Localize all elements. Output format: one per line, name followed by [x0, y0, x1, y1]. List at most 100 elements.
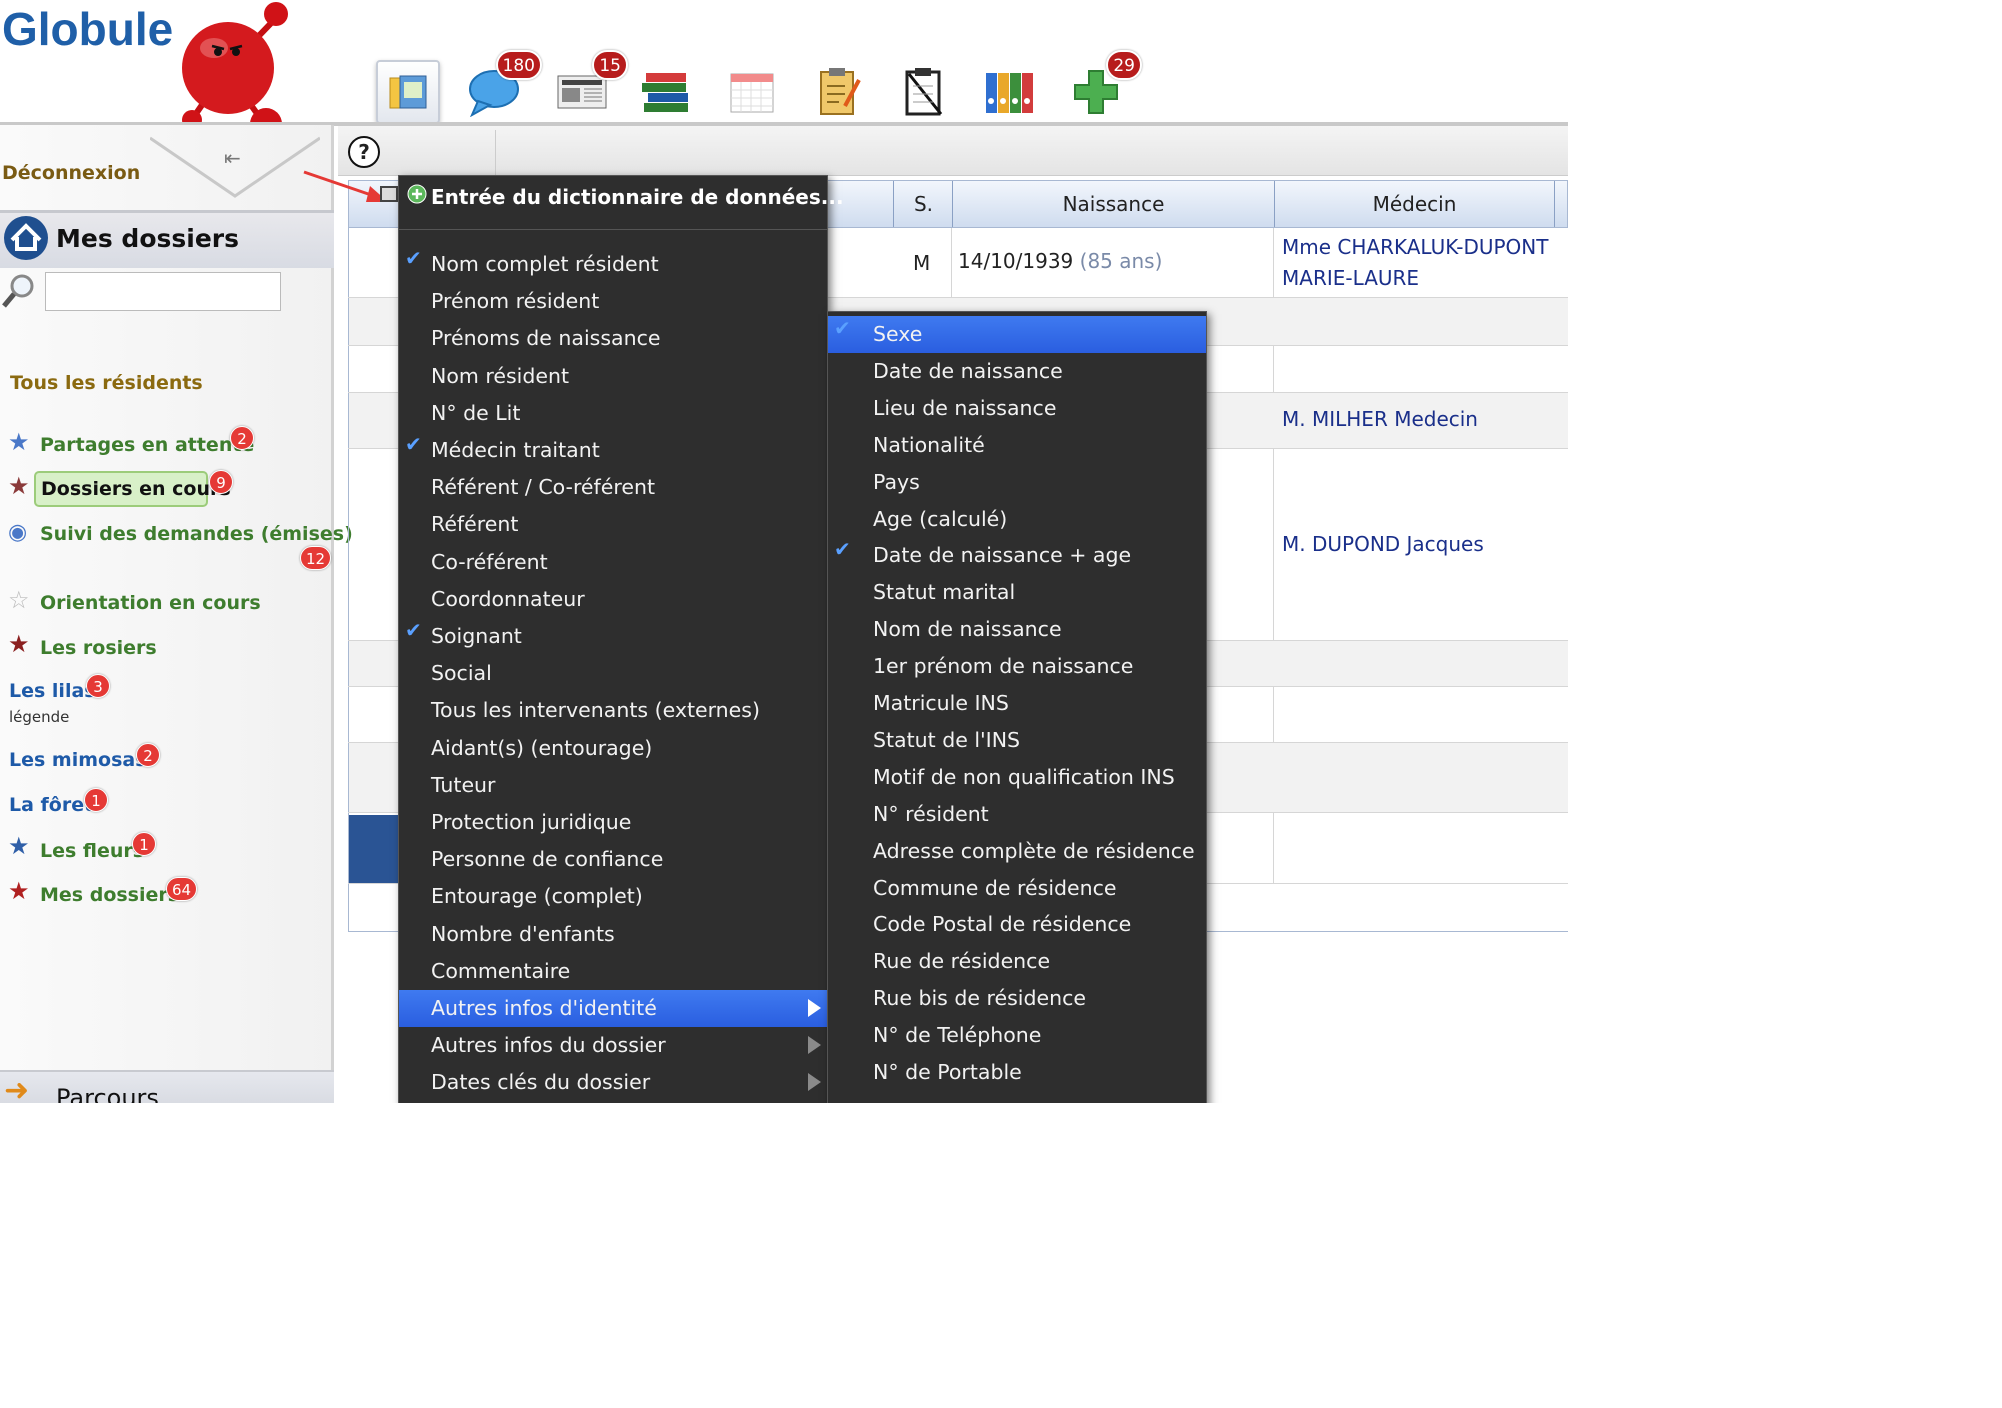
- sidebar-item-lilas[interactable]: Les lilas: [9, 680, 96, 702]
- sidebar-item-orientation[interactable]: Orientation en cours: [40, 592, 261, 614]
- menu-item-label: Autres infos du dossier: [431, 1033, 666, 1058]
- menu-item[interactable]: Pays: [828, 464, 1206, 501]
- logout-link[interactable]: Déconnexion: [2, 162, 140, 184]
- row1-sex: M: [913, 251, 931, 275]
- row4-doctor[interactable]: M. MILHER Medecin: [1282, 407, 1478, 431]
- parcours-panel-header[interactable]: [0, 1070, 334, 1103]
- column-header-doctor[interactable]: Médecin: [1274, 181, 1554, 227]
- row1-doctor-line1[interactable]: Mme CHARKALUK-DUPONT: [1282, 235, 1548, 259]
- menu-item-label: Statut marital: [873, 580, 1016, 605]
- row1-doctor-line2[interactable]: MARIE-LAURE: [1282, 266, 1419, 290]
- search-input[interactable]: [45, 272, 281, 311]
- checklist-tool-button[interactable]: [892, 60, 956, 124]
- folder-tool-button[interactable]: [376, 60, 440, 124]
- row-selection-marker: [349, 815, 399, 883]
- menu-item[interactable]: Code Postal de résidence: [828, 906, 1206, 943]
- menu-item[interactable]: Tous les intervenants (externes): [399, 692, 827, 729]
- sidebar-item-mes-dossiers[interactable]: Mes dossiers: [40, 884, 179, 906]
- menu-item-label: Motif de non qualification INS: [873, 764, 1175, 789]
- menu-item[interactable]: 1er prénom de naissance: [828, 648, 1206, 685]
- star-icon: ★: [8, 877, 30, 905]
- menu-item[interactable]: Tuteur: [399, 767, 827, 804]
- messages-tool-button[interactable]: 180: [464, 50, 542, 124]
- menu-item-label: Matricule INS: [873, 691, 1009, 715]
- menu-item[interactable]: ✔ Soignant: [399, 618, 827, 655]
- menu-item[interactable]: Social: [399, 655, 827, 692]
- menu-item[interactable]: Statut de l'INS: [828, 722, 1206, 759]
- menu-item[interactable]: Prénoms de naissance: [399, 320, 827, 357]
- menu-item[interactable]: ✔ Médecin traitant: [399, 432, 827, 469]
- checkmark-icon: ✔: [405, 618, 422, 642]
- menu-item[interactable]: N° de Teléphone: [828, 1017, 1206, 1054]
- menu-item[interactable]: Autres infos du dossier: [399, 1027, 827, 1064]
- menu-item[interactable]: Rue bis de résidence: [828, 980, 1206, 1017]
- menu-item-label: Statut de l'INS: [873, 727, 1021, 752]
- submenu-arrow-icon: [808, 1036, 821, 1055]
- menu-item[interactable]: Personne de confiance: [399, 841, 827, 878]
- sidebar-item-mimosas[interactable]: Les mimosas: [9, 749, 147, 771]
- sidebar-item-fleurs[interactable]: Les fleurs: [40, 840, 144, 862]
- sidebar-title: Mes dossiers: [56, 224, 239, 253]
- help-icon[interactable]: ?: [348, 136, 380, 168]
- menu-item-label: Nom de naissance: [873, 617, 1062, 642]
- menu-item-label: N° de Portable: [873, 1060, 1022, 1084]
- checklist-icon: [905, 68, 943, 116]
- menu-item[interactable]: Aidant(s) (entourage): [399, 730, 827, 767]
- menu-item[interactable]: Coordonnateur: [399, 581, 827, 618]
- menu-item[interactable]: Nationalité: [828, 427, 1206, 464]
- menu-item[interactable]: Matricule INS: [828, 685, 1206, 722]
- menu-item-label: Adresse complète de résidence: [873, 838, 1195, 863]
- sidebar-item-partages[interactable]: Partages en attente: [40, 434, 254, 456]
- form-tool-button[interactable]: [806, 60, 870, 124]
- menu-item[interactable]: Co-référent: [399, 544, 827, 581]
- age-label: (85 ans): [1079, 249, 1163, 273]
- toolbar-separator: [495, 130, 496, 176]
- menu-item[interactable]: N° résident: [828, 796, 1206, 833]
- menu-item[interactable]: Dates clés du dossier: [399, 1064, 827, 1101]
- menu-item[interactable]: N° de Portable: [828, 1054, 1206, 1091]
- menu-item[interactable]: Référent: [399, 506, 827, 543]
- menu-item[interactable]: Age (calculé): [828, 501, 1206, 538]
- menu-item[interactable]: Prénom résident: [399, 283, 827, 320]
- column-header-sex[interactable]: S.: [893, 181, 953, 227]
- menu-item[interactable]: Autres infos d'identité: [399, 990, 827, 1027]
- calendar-tool-button[interactable]: [720, 60, 784, 124]
- column-chooser-icon[interactable]: [380, 186, 398, 202]
- menu-item[interactable]: Rue de résidence: [828, 943, 1206, 980]
- medical-tool-button[interactable]: 29: [1064, 50, 1142, 124]
- menu-item[interactable]: Commune de résidence: [828, 870, 1206, 907]
- suivi-demandes-badge: 12: [300, 546, 332, 570]
- menu-item[interactable]: ✔ Date de naissance + age: [828, 537, 1206, 574]
- menu-item[interactable]: ✔ Nom complet résident: [399, 246, 827, 283]
- sidebar-item-rosiers[interactable]: Les rosiers: [40, 637, 157, 659]
- menu-item[interactable]: Entourage (complet): [399, 878, 827, 915]
- collapse-sidebar-icon[interactable]: ⇤: [224, 146, 250, 178]
- sidebar-item-suivi-demandes[interactable]: Suivi des demandes (émises): [40, 523, 353, 545]
- binders-tool-button[interactable]: [978, 60, 1042, 124]
- menu-item-label: Nom résident: [431, 363, 569, 388]
- sidebar-item-foret[interactable]: La fôret: [9, 794, 93, 816]
- checkmark-icon: ✔: [405, 432, 422, 456]
- all-residents-link[interactable]: Tous les résidents: [10, 372, 203, 394]
- library-tool-button[interactable]: [634, 60, 698, 124]
- column-header-birth[interactable]: Naissance: [952, 181, 1274, 227]
- menu-item[interactable]: Adresse complète de résidence: [828, 833, 1206, 870]
- menu-item[interactable]: Statut marital: [828, 574, 1206, 611]
- menu-item[interactable]: Protection juridique: [399, 804, 827, 841]
- menu-item[interactable]: Nombre d'enfants: [399, 916, 827, 953]
- menu-item[interactable]: Référent / Co-référent: [399, 469, 827, 506]
- menu-item[interactable]: Nom de naissance: [828, 611, 1206, 648]
- menu-item[interactable]: Lieu de naissance: [828, 390, 1206, 427]
- row5-doctor[interactable]: M. DUPOND Jacques: [1282, 532, 1484, 556]
- menu-item[interactable]: N° de Lit: [399, 395, 827, 432]
- menu-header[interactable]: Entrée du dictionnaire de données...: [399, 176, 844, 230]
- menu-item[interactable]: ✔ Sexe: [828, 316, 1206, 353]
- menu-item[interactable]: Commentaire: [399, 953, 827, 990]
- news-tool-button[interactable]: 15: [550, 50, 628, 124]
- menu-item[interactable]: Motif de non qualification INS: [828, 759, 1206, 796]
- checkmark-icon: ✔: [405, 246, 422, 270]
- menu-item-label: Social: [431, 661, 492, 686]
- menu-item[interactable]: Nom résident: [399, 358, 827, 395]
- menu-item[interactable]: Date de naissance: [828, 353, 1206, 390]
- star-icon: ★: [8, 428, 30, 456]
